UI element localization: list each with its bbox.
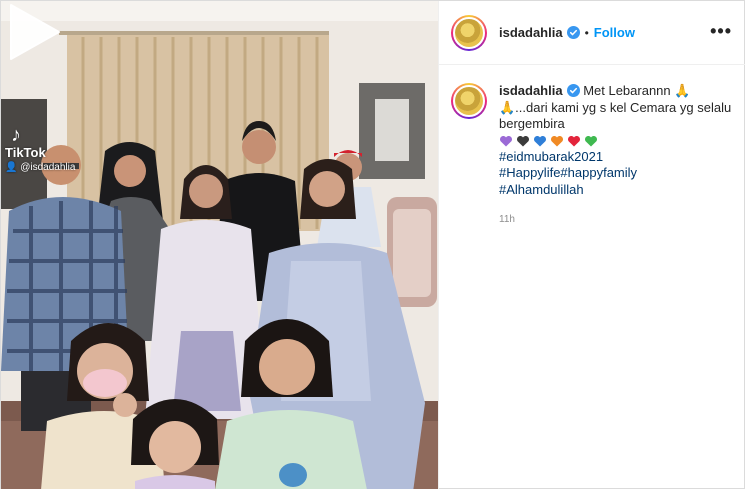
tiktok-user-icon: 👤 [5,162,21,173]
instagram-post: ♪ TikTok 👤 @isdadahlia isdadahlia • Foll… [0,0,745,489]
more-options-icon[interactable]: ••• [710,22,732,40]
heart-emoji-icon [584,135,598,146]
heart-emoji-icon [516,135,530,146]
follow-button[interactable]: Follow [594,25,635,40]
caption-avatar[interactable] [451,83,487,119]
heart-emoji-icon [533,135,547,146]
tiktok-handle-text: @isdadahlia [20,162,76,173]
caption-first-line: isdadahlia Met Lebarannn 🙏 [499,83,736,100]
tiktok-handle: 👤 @isdadahlia [5,162,75,173]
tiktok-logo-icon: ♪ [11,124,21,146]
caption-body: isdadahlia Met Lebarannn 🙏 🙏...dari kami… [499,83,736,229]
avatar-image [453,16,485,49]
heart-emoji-icon [550,135,564,146]
caption-avatar-image [453,85,485,117]
hashtag-link[interactable]: #eidmubarak2021 [499,149,736,166]
post-caption: isdadahlia Met Lebarannn 🙏 🙏...dari kami… [451,83,736,229]
caption-text-line2: 🙏...dari kami yg s kel Cemara yg selalu … [499,99,732,132]
header-separator: • [584,25,589,40]
hashtag-link[interactable]: #Happylife#happyfamily [499,165,736,182]
caption-text-line1: Met Lebarannn 🙏 [579,83,691,98]
heart-emoji-icon [499,135,513,146]
caption-verified-badge-icon [566,84,580,97]
verified-badge-icon [566,26,580,39]
video-frame-illustration [1,1,438,489]
hashtag-link[interactable]: #Alhamdulillah [499,182,736,199]
header-username[interactable]: isdadahlia [499,25,563,40]
post-header: isdadahlia • Follow ••• [439,1,745,65]
heart-emoji-icon [567,135,581,146]
post-video[interactable]: ♪ TikTok 👤 @isdadahlia [1,1,438,489]
post-timestamp[interactable]: 11h [499,212,736,229]
caption-username[interactable]: isdadahlia [499,83,563,98]
post-sidebar: isdadahlia • Follow ••• isdadahlia Met L… [438,1,745,489]
hearts-row [499,134,736,148]
avatar[interactable] [451,14,487,51]
tiktok-watermark: ♪ TikTok 👤 @isdadahlia [5,125,75,173]
tiktok-logo-text: TikTok [5,145,46,160]
play-icon[interactable] [1,1,63,63]
